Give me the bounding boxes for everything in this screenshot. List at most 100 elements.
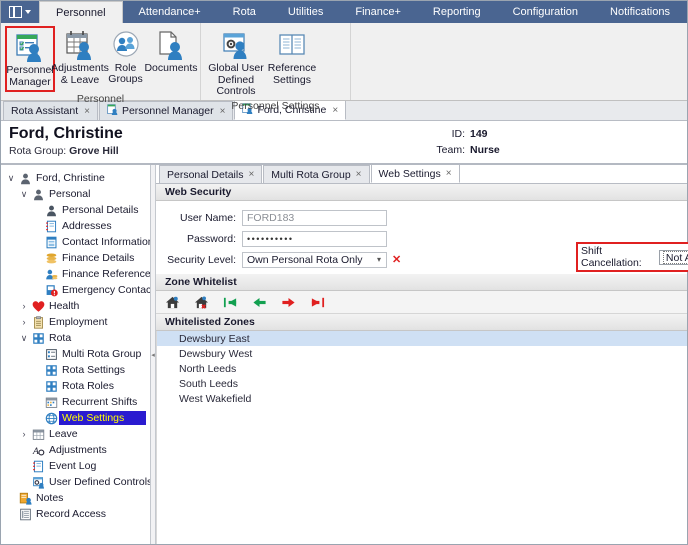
personnel-manager-label-2: Manager xyxy=(9,76,51,88)
tree-node-rota-settings[interactable]: Rota Settings xyxy=(1,362,150,378)
whitelisted-zones-list[interactable]: Dewsbury East Dewsbury West North Leeds Sou… xyxy=(156,331,687,544)
web-security-title: Web Security xyxy=(165,186,232,198)
clipboard-icon xyxy=(30,315,46,329)
ribbon-tab-attendance[interactable]: Attendance+ xyxy=(123,1,217,23)
ribbon-group-personnel-settings: Global User Defined Controls Reference S… xyxy=(201,23,351,112)
close-icon[interactable]: × xyxy=(356,169,362,180)
reference-settings-label-2: Settings xyxy=(273,74,311,86)
tree-node-recurrent-shifts[interactable]: Recurrent Shifts xyxy=(1,394,150,410)
user-defined-controls-icon xyxy=(30,476,46,489)
zone-list-item[interactable]: Dewsbury East xyxy=(157,331,687,346)
tree-node-adjustments[interactable]: A Adjustments xyxy=(1,442,150,458)
global-user-defined-controls-button[interactable]: Global User Defined Controls xyxy=(205,26,267,99)
move-right-icon[interactable] xyxy=(280,294,297,311)
tree-node-rota[interactable]: ∨ Rota xyxy=(1,330,150,346)
zone-list-item[interactable]: West Wakefield xyxy=(157,391,687,406)
close-icon[interactable]: × xyxy=(248,169,254,180)
tree-node-label: Adjustments xyxy=(49,444,107,456)
tree-node-label: Leave xyxy=(49,428,78,440)
addresses-icon xyxy=(43,220,59,233)
person-icon xyxy=(17,172,33,185)
tree-node-ford-christine[interactable]: ∨ Ford, Christine xyxy=(1,170,150,186)
tree-node-label: Health xyxy=(49,300,80,312)
close-icon[interactable]: × xyxy=(446,168,452,179)
tree-node-rota-roles[interactable]: Rota Roles xyxy=(1,378,150,394)
ribbon-tab-utilities[interactable]: Utilities xyxy=(272,1,339,23)
tree-node-user-defined-controls[interactable]: User Defined Controls xyxy=(1,474,150,490)
ribbon-group-personnel: Personnel Manager Adjustments & Leave Ro… xyxy=(1,23,201,105)
ribbon-tab-configuration[interactable]: Configuration xyxy=(497,1,594,23)
reference-settings-button[interactable]: Reference Settings xyxy=(267,26,317,88)
password-label: Password: xyxy=(186,232,236,245)
recurrent-shifts-icon xyxy=(43,396,59,409)
password-input[interactable]: •••••••••• xyxy=(242,230,387,247)
tree-node-addresses[interactable]: Addresses xyxy=(1,218,150,234)
app-menu-button[interactable] xyxy=(1,1,39,23)
tree-node-employment[interactable]: › Employment xyxy=(1,314,150,330)
expander-icon[interactable]: ∨ xyxy=(18,333,30,344)
tab-multi-rota-group[interactable]: Multi Rota Group × xyxy=(263,165,370,183)
expander-icon[interactable]: ∨ xyxy=(5,173,17,184)
expander-icon[interactable]: ∨ xyxy=(18,189,30,200)
role-groups-button[interactable]: Role Groups xyxy=(105,26,146,87)
tree-node-multi-rota-group[interactable]: Multi Rota Group xyxy=(1,346,150,362)
tree-node-personal[interactable]: ∨ Personal xyxy=(1,186,150,202)
record-team-value: Nurse xyxy=(470,144,500,156)
tree-node-finance-details[interactable]: Finance Details xyxy=(1,250,150,266)
shift-cancellation-label: Shift Cancellation: xyxy=(581,245,642,269)
zone-whitelist-toolbar xyxy=(156,291,687,314)
chevron-down-icon[interactable]: ▾ xyxy=(374,255,384,264)
tree-node-label: Notes xyxy=(36,492,64,504)
tab-web-settings[interactable]: Web Settings × xyxy=(370,164,460,183)
tree-node-record-access[interactable]: Record Access xyxy=(1,506,150,522)
add-home-zone-icon[interactable] xyxy=(164,294,181,311)
tree-node-finance-references[interactable]: Finance References xyxy=(1,266,150,282)
record-header-left: Ford, Christine Rota Group: Grove Hill xyxy=(1,121,123,163)
body-split: ∨ Ford, Christine ∨ Personal Personal Detail… xyxy=(1,164,688,544)
zone-list-item[interactable]: South Leeds xyxy=(157,376,687,391)
whitelisted-zones-header: Whitelisted Zones xyxy=(156,314,687,331)
expander-icon[interactable]: › xyxy=(18,429,30,439)
expander-icon[interactable]: › xyxy=(18,317,30,327)
user-name-label: User Name: xyxy=(179,211,236,224)
documents-icon xyxy=(155,28,187,62)
personnel-manager-button[interactable]: Personnel Manager xyxy=(5,26,55,92)
inner-tab-label: Multi Rota Group xyxy=(271,168,351,181)
ribbon-tab-personnel[interactable]: Personnel xyxy=(39,1,123,23)
book-menu-icon xyxy=(9,6,22,18)
ribbon-tab-rota[interactable]: Rota xyxy=(217,1,272,23)
tab-personal-details[interactable]: Personal Details × xyxy=(159,165,263,183)
tree-node-personal-details[interactable]: Personal Details xyxy=(1,202,150,218)
move-left-icon[interactable] xyxy=(251,294,268,311)
svg-text:A: A xyxy=(32,445,39,456)
tree-node-notes[interactable]: Notes xyxy=(1,490,150,506)
user-name-row: User Name: FORD183 xyxy=(156,207,687,228)
close-icon[interactable]: × xyxy=(84,106,90,117)
rota-roles-icon xyxy=(43,380,59,393)
ribbon-tab-notifications[interactable]: Notifications xyxy=(594,1,686,23)
zone-list-item[interactable]: North Leeds xyxy=(157,361,687,376)
user-name-input[interactable]: FORD183 xyxy=(242,209,387,226)
tree-node-event-log[interactable]: Event Log xyxy=(1,458,150,474)
shift-cancellation-dropdown[interactable]: Not Allowed ▾ xyxy=(658,249,688,265)
adjustments-leave-button[interactable]: Adjustments & Leave xyxy=(51,26,109,88)
tree-node-emergency-contacts[interactable]: Emergency Contacts xyxy=(1,282,150,298)
ribbon-group-label-personnel: Personnel xyxy=(76,93,125,105)
documents-button[interactable]: Documents xyxy=(144,26,198,76)
expander-icon[interactable]: › xyxy=(18,301,30,311)
remove-home-zone-icon[interactable] xyxy=(193,294,210,311)
zone-list-item[interactable]: Dewsbury West xyxy=(157,346,687,361)
move-all-left-icon[interactable] xyxy=(222,294,239,311)
tree-node-leave[interactable]: › Leave xyxy=(1,426,150,442)
move-all-right-icon[interactable] xyxy=(309,294,326,311)
security-level-dropdown[interactable]: Own Personal Rota Only ▾ xyxy=(242,251,387,268)
record-header-right: ID: 149 Team: Nurse xyxy=(431,126,500,158)
ribbon-tab-finance[interactable]: Finance+ xyxy=(339,1,417,23)
rota-group-value: Grove Hill xyxy=(69,145,119,157)
tree-node-contact-information[interactable]: Contact Information xyxy=(1,234,150,250)
rota-icon xyxy=(30,332,46,345)
tree-node-health[interactable]: › Health xyxy=(1,298,150,314)
tree-node-web-settings[interactable]: Web Settings xyxy=(1,410,150,426)
ribbon-tab-reporting[interactable]: Reporting xyxy=(417,1,497,23)
clear-security-level-icon[interactable]: ✕ xyxy=(392,253,401,266)
